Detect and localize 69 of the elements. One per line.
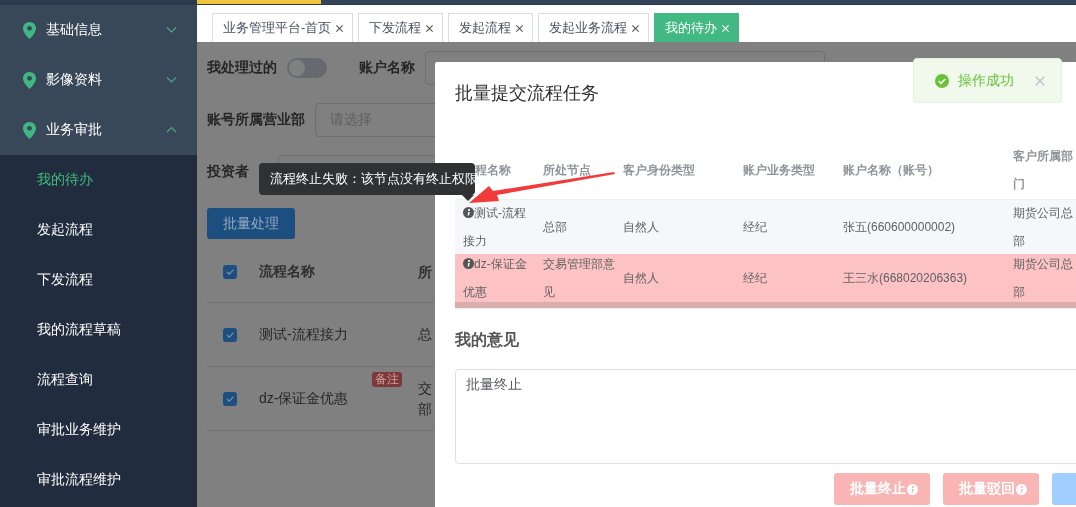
note-badge: 备注 bbox=[372, 372, 402, 387]
filter-label: 账号所属营业部 bbox=[207, 111, 305, 129]
filter-label: 账户名称 bbox=[359, 59, 415, 77]
close-icon[interactable] bbox=[425, 23, 435, 33]
toast-message: 操作成功 bbox=[958, 71, 1015, 90]
table-cell-text: 经纪 bbox=[743, 219, 767, 236]
table-cell-text: 期货公司总部 bbox=[1013, 205, 1074, 250]
menu-group[interactable]: 基础信息 bbox=[0, 5, 197, 55]
location-pin-icon bbox=[23, 121, 36, 139]
menu-item[interactable]: 下发流程 bbox=[0, 255, 197, 305]
info-icon bbox=[907, 483, 918, 495]
close-icon[interactable] bbox=[515, 23, 525, 33]
menu-item[interactable]: 我的流程草稿 bbox=[0, 305, 197, 355]
table-cell-text: 王三水(668020206363) bbox=[843, 270, 968, 287]
column-header: 流程名称 bbox=[259, 263, 315, 281]
column-header: 所 bbox=[418, 262, 432, 282]
menu-item[interactable]: 发起流程 bbox=[0, 205, 197, 255]
tab[interactable]: 发起流程 bbox=[448, 13, 534, 42]
chevron-down-icon[interactable] bbox=[166, 26, 177, 34]
menu-item[interactable]: 流程查询 bbox=[0, 355, 197, 405]
tab[interactable]: 业务管理平台-首页 bbox=[212, 13, 354, 42]
success-check-icon bbox=[935, 73, 949, 88]
batch-process-button[interactable]: 批量处理 bbox=[207, 208, 295, 239]
location-pin-icon bbox=[23, 71, 36, 89]
column-header: 账户名称（账号） bbox=[843, 161, 939, 179]
column-header: 程名称 bbox=[475, 161, 511, 177]
column-header: 客户身份类型 bbox=[623, 161, 695, 179]
table-cell-text: 自然人 bbox=[623, 270, 659, 287]
table-cell-text: 自然人 bbox=[623, 219, 659, 236]
filter-label: 我处理过的 bbox=[207, 59, 277, 77]
checkbox[interactable] bbox=[223, 265, 237, 279]
tab[interactable]: 下发流程 bbox=[358, 13, 444, 42]
close-icon[interactable] bbox=[335, 23, 345, 33]
table-row[interactable]: dz-保证金优惠 交易管理部意见 自然人 经纪 王三水(668020206363) 期货公司总部 bbox=[455, 254, 1076, 302]
close-icon[interactable] bbox=[631, 23, 641, 33]
table-cell-text: 交易管理部意见 bbox=[543, 256, 615, 301]
table-cell-text: 经纪 bbox=[743, 270, 767, 287]
checkbox[interactable] bbox=[223, 391, 237, 406]
info-icon bbox=[1016, 483, 1027, 495]
column-header: 客户所属部门 bbox=[1013, 147, 1074, 193]
table-cell-text: 张五(660600000002) bbox=[843, 219, 956, 236]
menu-group[interactable]: 影像资料 bbox=[0, 55, 197, 105]
location-pin-icon bbox=[23, 21, 36, 39]
checkbox[interactable] bbox=[223, 327, 237, 342]
section-label: 我的意见 bbox=[455, 330, 520, 350]
menu-item[interactable]: 审批业务维护 bbox=[0, 405, 197, 455]
opinion-field[interactable]: 批量终止 bbox=[455, 369, 1076, 464]
filter-label: 投资者 bbox=[207, 163, 249, 181]
scrollbar[interactable] bbox=[455, 302, 1076, 308]
dialog-title: 批量提交流程任务 bbox=[455, 82, 599, 105]
table-cell-text: 总部 bbox=[543, 219, 567, 236]
menu-group[interactable]: 业务审批 bbox=[0, 105, 197, 155]
table-cell-text: 期货公司总部 bbox=[1013, 256, 1074, 301]
table-cell: 测试-流程接力 bbox=[259, 325, 348, 344]
column-header: 所处节点 bbox=[543, 161, 591, 179]
table-cell-text: 交 部 bbox=[418, 378, 432, 419]
info-icon bbox=[463, 207, 474, 218]
table-cell-text: dz-保证金优惠 bbox=[463, 256, 528, 301]
table-cell: dz-保证金优惠 bbox=[259, 389, 349, 408]
tab[interactable]: 发起业务流程 bbox=[538, 13, 650, 42]
column-header: 账户业务类型 bbox=[743, 161, 815, 179]
table-cell-text: 总 bbox=[418, 325, 432, 344]
chevron-down-icon[interactable] bbox=[166, 76, 177, 84]
menu-item[interactable]: 我的待办 bbox=[0, 155, 197, 205]
chevron-up-icon[interactable] bbox=[166, 126, 177, 134]
menu-item[interactable]: 审批流程维护 bbox=[0, 455, 197, 505]
toggle-switch[interactable] bbox=[287, 58, 327, 78]
tooltip-pointer-icon bbox=[462, 195, 474, 201]
info-icon bbox=[463, 258, 474, 269]
